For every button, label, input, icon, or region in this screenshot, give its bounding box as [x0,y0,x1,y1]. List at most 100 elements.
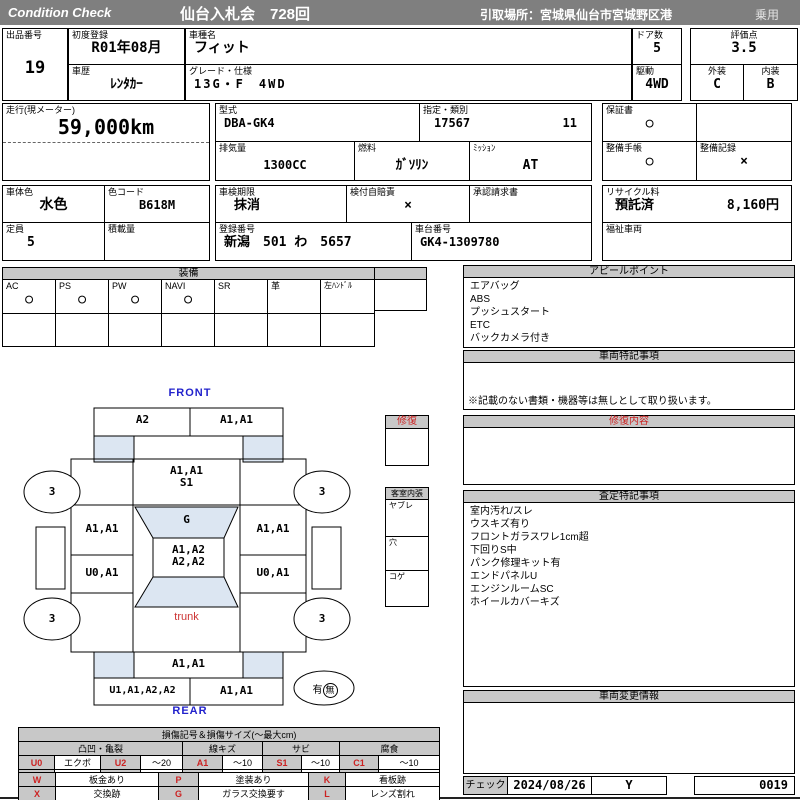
insurance-box: 検付自賠責 × [346,185,470,223]
change-info-body [463,702,795,774]
insurance-label: 検付自賠責 [350,187,396,197]
auction-title: 仙台入札会 728回 [180,6,311,23]
mark-wheel-rear-right: 3 [318,612,326,625]
equipment-row2-navi [161,313,215,347]
mileage-value: 59,000km [3,116,209,143]
equipment-cell-pw: PW ○ [108,279,162,314]
displacement-value: 1300CC [263,158,307,172]
mark-windshield: G [183,513,190,526]
drive-label: 駆動 [636,66,655,76]
check-inspector-value: Y [625,778,633,792]
mark-roof-line2: A2,A2 [171,555,206,568]
warranty-extra-box [696,103,792,142]
displacement-box: 排気量 1300CC [215,141,355,181]
vehicle-notes-body: ※記載のない書類・機器等は無しとして取り扱います。 [463,362,795,410]
assessment-item: フロントガラスワレ1cm超 [470,532,589,543]
legend-code: A1 [182,755,223,770]
legend-group-scratch: 線キズ [182,741,263,756]
color-code-label: 色コード [108,187,145,197]
body-color-value: 水色 [39,197,68,213]
diagram-front-label: FRONT [168,387,212,399]
equipment-row2-ps [55,313,109,347]
equipment-extra-cell [374,279,427,311]
equipment-cell-ps: PS ○ [55,279,109,314]
diagram-trunk-label: trunk [174,611,199,623]
equipment-value-navi: ○ [184,292,192,307]
mark-rear-bumper-left: U1,A1,A2,A2 [109,685,176,696]
mark-rear-panel: A1,A1 [171,657,206,670]
legend-code: U0 [18,755,55,770]
assessment-item: 下回りS中 [470,545,517,556]
legend-desc-w: 板金あり [55,772,159,787]
interior-grade-box: 内装 B [743,64,798,101]
maintenance-record-box: 整備記録 × [696,141,792,181]
legend-desc: ～20 [140,755,183,770]
insurance-value: × [404,198,412,213]
lot-number-label: 出品番号 [6,30,43,40]
check-date-cell: 2024/08/26 [507,776,592,795]
assessment-item: ホイールカバーキズ [470,597,560,608]
equipment-value-ac: ○ [25,292,33,307]
auction-condition-sheet: Condition Check 仙台入札会 728回 引取場所：宮城県仙台市宮城… [0,0,800,800]
body-color-box: 車体色 水色 [2,185,105,223]
doors-value: 5 [653,41,661,56]
model-code-label: 型式 [219,105,238,115]
spare-has-label: 有 [312,685,323,696]
recycle-fee-label: リサイクル料 [606,187,660,197]
cabin-lining-tear-label: ヤブレ [389,501,413,510]
equipment-label-ac: AC [6,281,19,291]
legend-group-corrosion: 腐食 [338,741,441,756]
legend-code-k: K [308,772,346,787]
class-label: 指定・類別 [423,105,469,115]
recycle-fee-box: リサイクル料 預託済 8,160円 [602,185,792,223]
history-label: 車歴 [72,66,91,76]
equipment-cell-sr: SR [214,279,268,314]
legend-code-x: X [18,786,56,800]
lot-number-value: 19 [24,58,46,78]
fuel-value: ｶﾞｿﾘﾝ [395,158,429,173]
mark-rear-bumper-right: A1,A1 [219,684,254,697]
legend-code-p: P [158,772,199,787]
assessment-item: ウスキズ有り [470,519,530,530]
equipment-row2-lhd [320,313,375,347]
welfare-vehicle-label: 福祉車両 [606,224,643,234]
assessment-item: エンドパネルU [470,571,538,582]
mark-front-bumper-left: A2 [135,413,150,426]
color-code-box: 色コード B618M [104,185,210,223]
cabin-lining-burn-label: コゲ [389,572,405,581]
capacity-value: 5 [27,235,35,250]
model-code-box: 型式 DBA-GK4 [215,103,420,142]
exterior-grade-box: 外装 C [690,64,744,101]
equipment-cell-lhd: 左ﾊﾝﾄﾞﾙ [320,279,375,314]
equipment-value-ps: ○ [78,292,86,307]
mark-door-left: A1,A1 [85,522,119,535]
vehicle-notes-disclaimer: ※記載のない書類・機器等は無しとして取り扱います。 [468,396,717,407]
class-value-1: 17567 [434,116,471,130]
score-value: 3.5 [731,40,757,56]
history-value: ﾚﾝﾀｶｰ [110,77,143,92]
capacity-box: 定員 5 [2,222,105,261]
legend-group-dent: 凸凹・亀裂 [18,741,183,756]
color-code-value: B618M [138,198,176,212]
doors-box: ドア数 5 [632,28,682,65]
header-bar: Condition Check 仙台入札会 728回 引取場所：宮城県仙台市宮城… [0,0,800,25]
legend-code-g: G [158,786,199,800]
doors-label: ドア数 [636,30,664,40]
grade-label: グレード・仕様 [189,66,253,76]
exterior-grade-label: 外装 [707,66,726,76]
mileage-box: 走行(現メーター) 59,000km [2,103,210,181]
vehicle-usage: 乗用 [755,8,780,22]
repair-mini-title: 修復 [385,415,429,429]
model-code-value: DBA-GK4 [224,116,275,130]
recycle-fee-value: 8,160円 [726,198,779,213]
class-box: 指定・類別 17567 11 [419,103,592,142]
repair-legend-table: W 板金あり P 塗装あり K 看板跡 X 交換跡 G ガラス交換要す L レン… [18,772,440,800]
registration-number-label: 登録番号 [219,224,256,234]
repair-mini-body [385,428,429,466]
mark-door-right: A1,A1 [256,522,290,535]
legend-desc-p: 塗装あり [198,772,309,787]
recycle-status-value: 預託済 [615,198,655,213]
chassis-number-value: GK4-1309780 [420,235,500,249]
registration-number-value: 新潟 501 わ 5657 [224,235,352,250]
first-registration-box: 初度登録 R01年08月 [68,28,185,65]
